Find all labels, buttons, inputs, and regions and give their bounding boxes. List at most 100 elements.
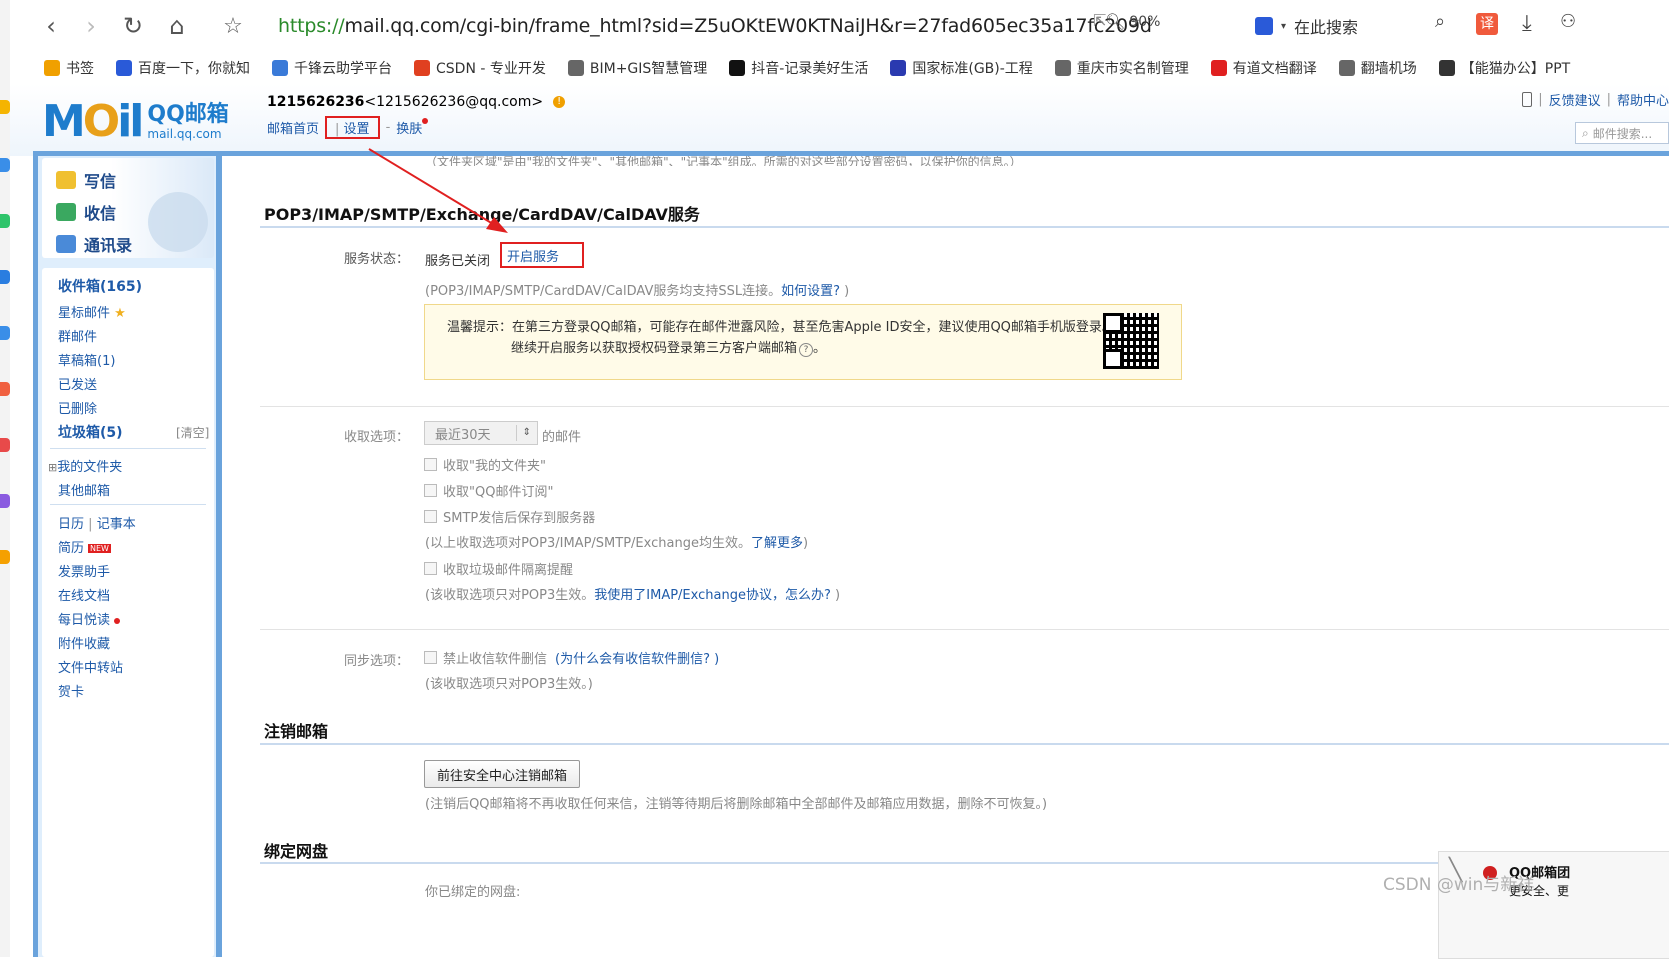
bookmark-label: 书签	[66, 61, 94, 77]
receive-range-select[interactable]: 最近30天 ⇕	[424, 421, 538, 445]
baidu-paw-icon	[1255, 17, 1273, 35]
learn-more-link[interactable]: 了解更多	[751, 536, 803, 551]
bookmark-item[interactable]: 重庆市实名制管理	[1054, 58, 1189, 78]
cancel-note: (注销后QQ邮箱将不再收取任何来信，注销等待期后将删除邮箱中全部邮件及邮箱应用数…	[425, 797, 1048, 812]
folder-group[interactable]: 群邮件	[58, 326, 97, 345]
transfer-link[interactable]: 文件中转站	[58, 657, 123, 676]
back-icon[interactable]: ‹	[36, 11, 66, 41]
bookmark-item[interactable]: 翻墙机场	[1338, 58, 1417, 78]
top-nav: 邮箱首页 | 设置 - 换肤	[267, 116, 429, 139]
netdisk-section-title: 绑定网盘	[264, 842, 329, 861]
notebook-link[interactable]: 记事本	[97, 517, 136, 532]
online-docs-link[interactable]: 在线文档	[58, 585, 110, 604]
bookmark-star-icon[interactable]: ☆	[218, 11, 248, 41]
bookmark-label: 翻墙机场	[1360, 61, 1417, 77]
notification-popup[interactable]: ╲ QQ邮箱团 更安全、更	[1438, 851, 1669, 959]
receive-note: (以上收取选项对POP3/IMAP/SMTP/Exchange均生效。了解更多)	[425, 536, 809, 551]
top-links: | 反馈建议 | 帮助中心	[1522, 90, 1669, 109]
settings-content: （文件夹区域"是由"我的文件夹"、"其他邮箱"、"记事本"组成。所需的对这些部分…	[222, 156, 1669, 957]
status-value: 服务已关闭	[425, 254, 491, 269]
why-delete-link[interactable]: (为什么会有收信软件删信? )	[555, 648, 719, 667]
cb-no-delete[interactable]: 禁止收信软件删信 (为什么会有收信软件删信? )	[424, 648, 719, 667]
bookmark-item[interactable]: 千锋云助学平台	[272, 58, 392, 78]
invoice-link[interactable]: 发票助手	[58, 561, 110, 580]
star-icon	[44, 60, 60, 76]
sidebar: 写信 收信 通讯录 收件箱(165) 星标邮件 ★ 群邮件 草稿箱(1) 已发送…	[38, 156, 216, 957]
cb-smtp-save[interactable]: SMTP发信后保存到服务器	[424, 507, 595, 526]
receive-suffix: 的邮件	[542, 430, 582, 445]
contacts-button[interactable]: 通讯录	[56, 232, 132, 256]
menu-icon[interactable]: ⚇	[1560, 11, 1576, 32]
write-button[interactable]: 写信	[56, 168, 116, 192]
cb-my-folders[interactable]: 收取"我的文件夹"	[424, 455, 546, 474]
folder-other-mailbox[interactable]: 其他邮箱	[58, 480, 110, 499]
folder-my-folders[interactable]: ⊞我的文件夹	[48, 456, 122, 475]
chevron-down-icon[interactable]: ⌄	[1130, 11, 1142, 27]
folder-starred[interactable]: 星标邮件 ★	[58, 302, 126, 321]
bookmark-item[interactable]: 【能猫办公】PPT	[1438, 58, 1570, 78]
ssl-note: (POP3/IMAP/SMTP/CardDAV/CalDAV服务均支持SSL连接…	[425, 284, 850, 299]
calendar-link[interactable]: 日历	[58, 517, 84, 532]
resume-link[interactable]: 简历 NEW	[58, 537, 111, 556]
mail-search-placeholder: 邮件搜索...	[1592, 126, 1653, 141]
search-engine-box[interactable]: ▾ 在此搜索	[1255, 8, 1555, 44]
zoom-icon: 🔍︎	[1105, 12, 1126, 31]
new-dot-icon	[114, 617, 121, 624]
phone-icon[interactable]	[1522, 92, 1533, 107]
reload-icon[interactable]: ↻	[118, 11, 148, 41]
attachments-link[interactable]: 附件收藏	[58, 633, 110, 652]
share-icon[interactable]: ⇱	[1093, 11, 1106, 30]
bookmark-item[interactable]: 有道文档翻译	[1210, 58, 1317, 78]
forward-icon[interactable]: ›	[76, 11, 106, 41]
watermark: CSDN @win与新祥	[1383, 875, 1535, 895]
bookmark-label: 抖音-记录美好生活	[751, 61, 869, 77]
bookmark-item[interactable]: 书签	[44, 58, 94, 78]
cancel-mailbox-button[interactable]: 前往安全中心注销邮箱	[424, 760, 580, 788]
folder-drafts[interactable]: 草稿箱(1)	[58, 350, 115, 369]
home-icon[interactable]: ⌂	[162, 11, 192, 41]
how-to-setup-link[interactable]: 如何设置?	[781, 284, 840, 299]
mail-search-input[interactable]: ⌕ 邮件搜索...	[1575, 122, 1669, 144]
cb-spam-reminder[interactable]: 收取垃圾邮件隔离提醒	[424, 559, 573, 578]
folder-spam[interactable]: 垃圾箱(5)	[58, 422, 123, 442]
nav-settings[interactable]: | 设置	[325, 116, 380, 139]
tip-line-1: 温馨提示：在第三方登录QQ邮箱，可能存在邮件泄露风险，甚至危害Apple ID安…	[447, 320, 1115, 335]
folder-sent[interactable]: 已发送	[58, 374, 97, 393]
bookmark-item[interactable]: 抖音-记录美好生活	[729, 58, 868, 78]
help-link[interactable]: 帮助中心	[1617, 90, 1669, 109]
globe-icon	[567, 60, 584, 76]
open-service-link[interactable]: 开启服务	[500, 242, 584, 268]
bookmarks-bar: 书签 百度一下，你就知 千锋云助学平台 CSDN - 专业开发 BIM+GIS智慧管理 抖…	[10, 52, 1669, 85]
nav-skin[interactable]: 换肤	[396, 118, 429, 137]
qianfeng-icon	[272, 60, 288, 76]
qqmail-logo[interactable]: MOil QQ邮箱 mail.qq.com	[42, 96, 229, 147]
cut-off-note: （文件夹区域"是由"我的文件夹"、"其他邮箱"、"记事本"组成。所需的对这些部分…	[425, 156, 1022, 166]
cb-subscriptions[interactable]: 收取"QQ邮件订阅"	[424, 481, 553, 500]
folder-inbox[interactable]: 收件箱(165)	[58, 276, 142, 296]
imap-help-link[interactable]: 我使用了IMAP/Exchange协议，怎么办?	[594, 588, 831, 603]
inbox-download-icon	[56, 203, 76, 221]
daily-read-link[interactable]: 每日悦读	[58, 609, 121, 628]
help-circle-icon[interactable]: ?	[799, 343, 814, 357]
folder-list: 收件箱(165) 星标邮件 ★ 群邮件 草稿箱(1) 已发送 已删除 垃圾箱(5…	[42, 268, 214, 957]
spam-clear-link[interactable]: [清空]	[176, 424, 209, 441]
bookmark-label: 重庆市实名制管理	[1076, 61, 1189, 77]
baidu-icon	[116, 60, 132, 76]
bookmark-label: BIM+GIS智慧管理	[589, 61, 708, 77]
warning-icon[interactable]: !	[553, 96, 566, 108]
translate-icon[interactable]: 译	[1476, 13, 1498, 35]
search-icon[interactable]: ⌕	[1435, 11, 1445, 32]
folder-deleted[interactable]: 已删除	[58, 398, 97, 417]
bookmark-label: 国家标准(GB)-工程	[912, 61, 1033, 77]
bookmark-item[interactable]: 百度一下，你就知	[116, 58, 250, 78]
cancel-section-title: 注销邮箱	[264, 722, 329, 741]
nav-home[interactable]: 邮箱首页	[267, 118, 319, 137]
download-icon[interactable]: ⤓	[1522, 11, 1532, 36]
globe-icon	[1054, 60, 1071, 76]
greeting-card-link[interactable]: 贺卡	[58, 681, 84, 700]
bookmark-item[interactable]: CSDN - 专业开发	[414, 58, 546, 78]
bookmark-item[interactable]: BIM+GIS智慧管理	[567, 58, 708, 78]
bookmark-item[interactable]: 国家标准(GB)-工程	[890, 58, 1033, 78]
feedback-link[interactable]: 反馈建议	[1549, 90, 1601, 109]
receive-button[interactable]: 收信	[56, 200, 116, 224]
